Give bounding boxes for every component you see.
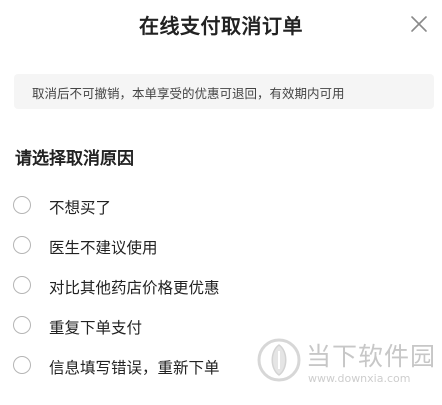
notice-text: 取消后不可撤销，本单享受的优惠可退回，有效期内可用 — [32, 86, 345, 101]
reason-label: 不想买了 — [49, 199, 112, 217]
radio-button[interactable] — [13, 196, 31, 214]
radio-button[interactable] — [13, 236, 31, 254]
radio-button[interactable] — [13, 276, 31, 294]
reason-option-doctor-advice[interactable]: 医生不建议使用 — [0, 228, 360, 262]
reason-label: 对比其他药店价格更优惠 — [49, 279, 220, 297]
dialog-title: 在线支付取消订单 — [139, 14, 303, 38]
reason-heading: 请选择取消原因 — [15, 149, 134, 169]
cancel-notice: 取消后不可撤销，本单享受的优惠可退回，有效期内可用 — [14, 74, 434, 109]
reason-label: 重复下单支付 — [49, 319, 143, 337]
dialog-header: 在线支付取消订单 — [0, 0, 442, 52]
watermark: 当下软件园 www.downxia.com — [256, 335, 438, 393]
watermark-url: www.downxia.com — [308, 372, 411, 385]
reason-option-better-price[interactable]: 对比其他药店价格更优惠 — [0, 268, 360, 302]
reason-label: 医生不建议使用 — [49, 239, 158, 257]
watermark-name: 当下软件园 — [306, 342, 437, 371]
radio-button[interactable] — [13, 316, 31, 334]
radio-button[interactable] — [13, 356, 31, 374]
reason-label: 信息填写错误，重新下单 — [49, 359, 220, 377]
close-button[interactable] — [408, 13, 430, 35]
close-icon — [411, 16, 427, 32]
watermark-logo-icon — [257, 338, 301, 382]
reason-option-not-want[interactable]: 不想买了 — [0, 188, 360, 222]
